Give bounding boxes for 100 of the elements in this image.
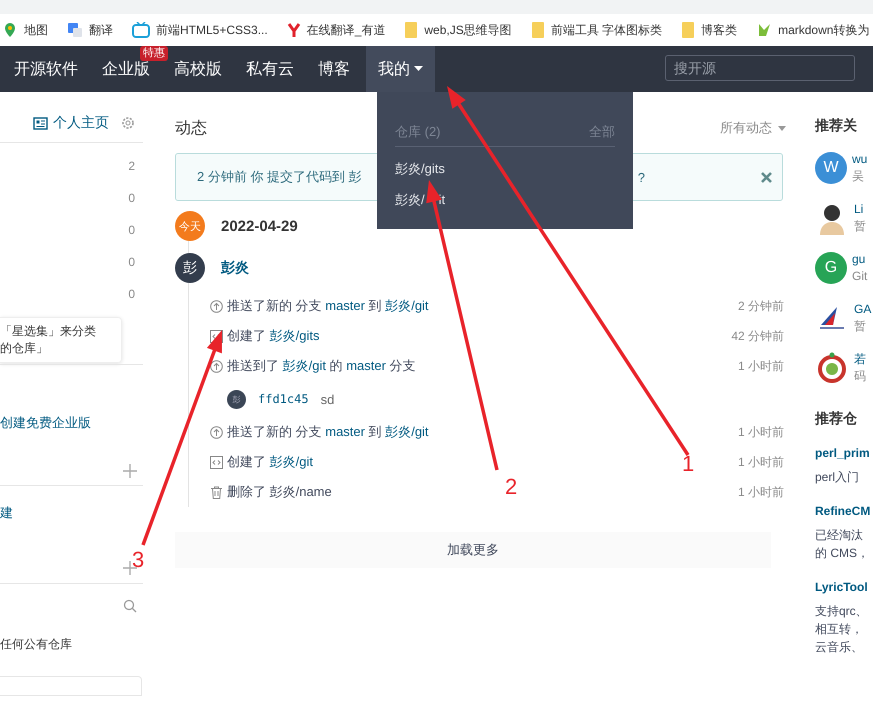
repo-link[interactable]: perl_prim: [815, 446, 873, 460]
repo-description: 的 CMS，: [815, 545, 870, 562]
enterprise-link[interactable]: 创建免费企业版: [0, 414, 91, 432]
load-more-button[interactable]: 加载更多: [175, 532, 771, 568]
repo-description: 相互转，: [815, 621, 864, 638]
feed-title: 动态: [175, 118, 207, 138]
user-link[interactable]: Li: [854, 201, 866, 218]
event-text: 删除了 彭炎/name: [227, 483, 332, 501]
count-label: 0: [128, 191, 135, 205]
notice-text: 2 分钟前 你 提交了代码到 彭: [197, 168, 362, 186]
nav-tab[interactable]: 私有云: [234, 60, 306, 78]
user-link[interactable]: gu: [852, 251, 868, 268]
leaf-icon: [756, 22, 772, 38]
tv-icon: [132, 22, 150, 38]
folder-icon: [404, 21, 418, 39]
repo-link[interactable]: LyricTool: [815, 580, 873, 594]
repo-link[interactable]: 彭炎/gits: [270, 328, 320, 343]
commit-message: sd: [320, 392, 334, 406]
time-label: 1 小时前: [738, 424, 784, 440]
user-description: Git: [852, 268, 868, 285]
bookmark-link[interactable]: 翻译: [89, 22, 113, 38]
repo-link[interactable]: 彭炎/git: [282, 358, 326, 373]
time-label: 42 分钟前: [731, 328, 784, 344]
folder-icon: [681, 21, 696, 39]
count-label: 0: [128, 255, 135, 269]
nav-tab[interactable]: 开源软件: [2, 60, 90, 78]
close-icon[interactable]: [761, 172, 772, 182]
logo-icon[interactable]: [815, 351, 849, 385]
annotation-number: 2: [505, 475, 518, 499]
commit-hash-link[interactable]: ffd1c45: [258, 392, 309, 406]
count-label: 0: [128, 223, 135, 237]
map-pin-icon: [2, 22, 18, 38]
upload-icon: [210, 360, 223, 372]
upload-icon: [210, 426, 223, 438]
repo-description: 支持qrc、: [815, 603, 869, 620]
user-description: 暂: [854, 218, 866, 235]
count-label: 0: [128, 287, 135, 301]
settings-icon[interactable]: [121, 116, 135, 130]
user-avatar[interactable]: 彭: [175, 253, 205, 283]
empty-message: 任何公有仓库: [0, 636, 72, 653]
bookmark-link[interactable]: 地图: [24, 22, 48, 38]
repo-link[interactable]: master: [325, 298, 365, 313]
time-label: 1 小时前: [738, 358, 784, 374]
today-badge: 今天: [175, 211, 205, 241]
bookmark-link[interactable]: 在线翻译_有道: [306, 22, 386, 38]
nav-tab[interactable]: 博客: [306, 60, 362, 78]
repo-link[interactable]: 彭炎/git: [270, 454, 313, 469]
event-text: 推送了新的 分支 master 到 彭炎/git: [227, 423, 429, 441]
annotation-number: 1: [682, 452, 694, 476]
user-link[interactable]: GA: [854, 301, 872, 318]
repo-link[interactable]: RefineCM: [815, 504, 873, 518]
trash-icon: [210, 486, 223, 498]
annotation-number: 3: [132, 548, 144, 572]
user-description: 码: [854, 368, 866, 385]
user-link[interactable]: wu: [852, 151, 868, 168]
event-text: 推送到了 彭炎/git 的 master 分支: [227, 357, 416, 375]
repo-link[interactable]: master: [325, 424, 365, 439]
caret-icon: [778, 126, 786, 130]
time-label: 2 分钟前: [738, 298, 784, 314]
date-label: 2022-04-29: [221, 218, 298, 234]
notice-text: ?: [638, 170, 645, 184]
profile-link[interactable]: 个人主页: [33, 114, 109, 132]
event-text: 创建了 彭炎/git: [227, 453, 313, 471]
section-title: 推荐仓: [815, 409, 858, 428]
bookmark-link[interactable]: 博客类: [701, 22, 738, 38]
code-icon: [210, 456, 223, 468]
code-icon: [210, 330, 223, 342]
id-card-icon: [33, 116, 48, 130]
commit-avatar: 彭: [227, 390, 246, 408]
tooltip: 「星选集」来分类 的仓库」: [0, 317, 122, 363]
event-text: 创建了 彭炎/gits: [227, 327, 320, 345]
user-description: 暂: [854, 318, 867, 335]
bookmark-link[interactable]: 前端工具 字体图标类: [550, 22, 662, 38]
search-icon[interactable]: [123, 599, 137, 613]
user-link[interactable]: 若: [854, 351, 866, 368]
repo-description: perl入门: [815, 469, 860, 486]
bookmark-link[interactable]: markdown转换为: [778, 22, 870, 38]
repo-link[interactable]: 彭炎/git: [385, 298, 429, 313]
upload-icon: [210, 300, 223, 312]
time-label: 1 小时前: [738, 484, 784, 500]
section-title: 推荐关: [815, 116, 858, 135]
repo-description: 已经淘汰: [815, 527, 864, 544]
menu-item[interactable]: 彭炎/gits: [395, 160, 615, 178]
nav-tab[interactable]: 我的: [366, 46, 435, 92]
menu-header: 仓库 (2): [395, 123, 440, 141]
folder-icon: [530, 21, 545, 39]
translate-icon: [67, 22, 83, 38]
bookmark-link[interactable]: 前端HTML5+CSS3...: [156, 22, 268, 38]
plus-icon[interactable]: [123, 464, 137, 478]
user-link[interactable]: 彭炎: [221, 259, 249, 277]
caret-icon: [414, 66, 423, 72]
filter-dropdown[interactable]: 所有动态: [720, 119, 786, 137]
repo-link[interactable]: 彭炎/git: [385, 424, 429, 439]
nav-tab[interactable]: 高校版: [162, 60, 234, 78]
repo-link[interactable]: master: [346, 358, 386, 373]
search-field[interactable]: 搜开源: [665, 55, 855, 81]
bookmark-link[interactable]: web,JS思维导图: [424, 22, 512, 38]
create-link[interactable]: 建: [0, 504, 13, 522]
nav-tab[interactable]: 企业版: [90, 60, 162, 78]
y-letter-icon: [286, 22, 301, 38]
